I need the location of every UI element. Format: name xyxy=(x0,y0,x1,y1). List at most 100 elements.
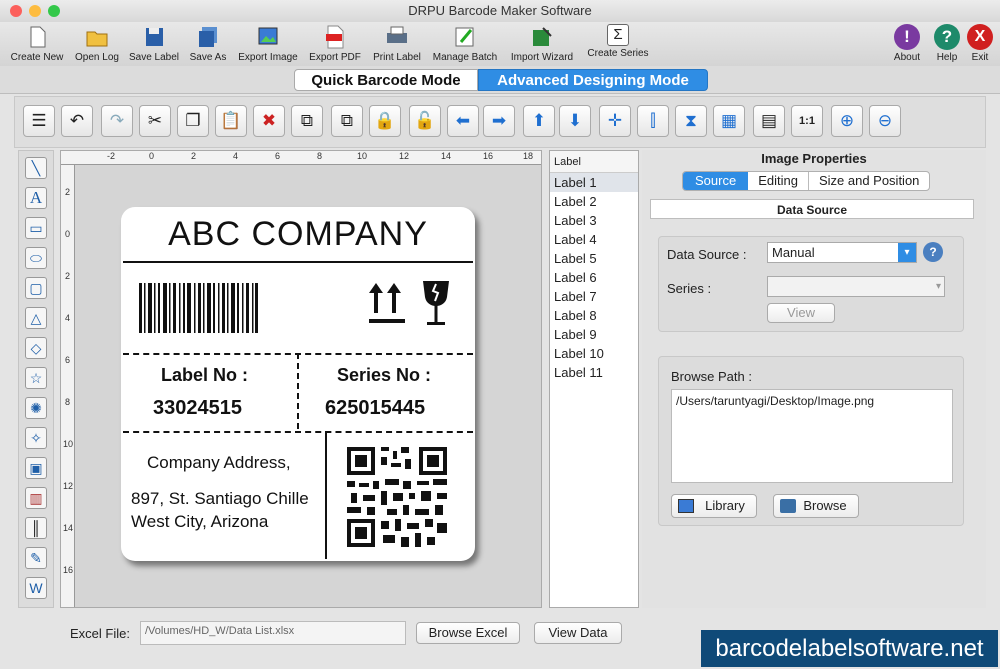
ruler-icon[interactable]: ▤ xyxy=(753,105,785,137)
series-select[interactable]: ▾ xyxy=(767,276,945,297)
star-tool-icon[interactable]: ☆ xyxy=(25,367,47,389)
manage-batch-button[interactable]: Manage Batch xyxy=(428,24,502,63)
save-as-button[interactable]: Save As xyxy=(184,24,232,63)
starburst-tool-icon[interactable]: ✧ xyxy=(25,427,47,449)
view-button[interactable]: View xyxy=(767,303,835,323)
import-wizard-button[interactable]: Import Wizard xyxy=(505,24,579,63)
print-label-button[interactable]: Print Label xyxy=(368,24,426,63)
list-item[interactable]: Label 3 xyxy=(550,211,638,230)
list-item[interactable]: Label 8 xyxy=(550,306,638,325)
toolbar-label: Create New xyxy=(10,52,64,63)
send-back-icon[interactable]: ⧉ xyxy=(331,105,363,137)
export-pdf-button[interactable]: Export PDF xyxy=(304,24,366,63)
zoom-out-icon[interactable]: ⊖ xyxy=(869,105,901,137)
series-no-value[interactable]: 625015445 xyxy=(325,397,425,420)
library-button[interactable]: Library xyxy=(671,494,757,518)
line-tool-icon[interactable]: ╲ xyxy=(25,157,47,179)
address-line-1[interactable]: 897, St. Santiago Chille xyxy=(131,489,309,509)
library-tool-icon[interactable]: ▥ xyxy=(25,487,47,509)
barcode-tool-icon[interactable]: ║ xyxy=(25,517,47,539)
save-label-button[interactable]: Save Label xyxy=(126,24,182,63)
properties-icon[interactable]: ☰ xyxy=(23,105,55,137)
barcode-label[interactable]: ABC COMPANY Label No : 33024515 Series N… xyxy=(121,207,475,561)
rounded-rect-tool-icon[interactable]: ▢ xyxy=(25,277,47,299)
linear-barcode[interactable] xyxy=(139,283,259,333)
tab-size-position[interactable]: Size and Position xyxy=(807,172,929,190)
printer-icon xyxy=(384,24,410,50)
list-item[interactable]: Label 7 xyxy=(550,287,638,306)
advanced-designing-mode-tab[interactable]: Advanced Designing Mode xyxy=(478,69,708,91)
browse-button[interactable]: Browse xyxy=(773,494,859,518)
list-item[interactable]: Label 9 xyxy=(550,325,638,344)
bring-front-icon[interactable]: ⧉ xyxy=(291,105,323,137)
series-label: Series : xyxy=(667,281,712,296)
list-item[interactable]: Label 11 xyxy=(550,363,638,382)
watermark-tool-icon[interactable]: W xyxy=(25,577,47,599)
list-item[interactable]: Label 2 xyxy=(550,192,638,211)
ellipse-tool-icon[interactable]: ⬭ xyxy=(25,247,47,269)
list-item[interactable]: Label 10 xyxy=(550,344,638,363)
open-log-button[interactable]: Open Log xyxy=(70,24,124,63)
list-item[interactable]: Label 5 xyxy=(550,249,638,268)
label-no-title[interactable]: Label No : xyxy=(161,365,248,386)
create-new-button[interactable]: Create New xyxy=(6,24,68,63)
triangle-tool-icon[interactable]: △ xyxy=(25,307,47,329)
unlock-icon[interactable]: 🔓 xyxy=(409,105,441,137)
grid-icon[interactable]: ▦ xyxy=(713,105,745,137)
company-name[interactable]: ABC COMPANY xyxy=(121,215,475,254)
zoom-window-icon[interactable] xyxy=(48,5,60,17)
zoom-in-icon[interactable]: ⊕ xyxy=(831,105,863,137)
series-no-title[interactable]: Series No : xyxy=(337,365,431,386)
quick-barcode-mode-tab[interactable]: Quick Barcode Mode xyxy=(294,69,478,91)
minimize-window-icon[interactable] xyxy=(29,5,41,17)
list-item[interactable]: Label 4 xyxy=(550,230,638,249)
browse-path-field[interactable]: /Users/taruntyagi/Desktop/Image.png xyxy=(671,389,953,483)
ruler-tick: 6 xyxy=(275,151,281,161)
close-window-icon[interactable] xyxy=(10,5,22,17)
about-button[interactable]: ! About xyxy=(888,24,926,63)
design-canvas[interactable]: -2 0 2 4 6 8 10 12 14 16 18 2 0 2 4 6 8 … xyxy=(60,150,542,608)
lock-icon[interactable]: 🔒 xyxy=(369,105,401,137)
label-no-value[interactable]: 33024515 xyxy=(153,397,242,420)
help-icon[interactable]: ? xyxy=(923,242,943,262)
tab-editing[interactable]: Editing xyxy=(748,172,808,190)
browse-excel-button[interactable]: Browse Excel xyxy=(416,622,520,644)
tab-source[interactable]: Source xyxy=(683,172,749,190)
address-title[interactable]: Company Address, xyxy=(147,453,291,473)
cut-icon[interactable]: ✂ xyxy=(139,105,171,137)
text-tool-icon[interactable]: A xyxy=(25,187,47,209)
floppy-icon xyxy=(141,24,167,50)
redo-icon[interactable]: ↷ xyxy=(101,105,133,137)
undo-icon[interactable]: ↶ xyxy=(61,105,93,137)
move-right-icon[interactable]: ➡ xyxy=(483,105,515,137)
ruler-tick: 0 xyxy=(149,151,155,161)
ruler-tick: 8 xyxy=(317,151,323,161)
delete-icon[interactable]: ✖ xyxy=(253,105,285,137)
list-item[interactable]: Label 6 xyxy=(550,268,638,287)
image-tool-icon[interactable]: ▣ xyxy=(25,457,47,479)
address-line-2[interactable]: West City, Arizona xyxy=(131,512,268,532)
paste-icon[interactable]: 📋 xyxy=(215,105,247,137)
help-button[interactable]: ? Help xyxy=(929,24,965,63)
copy-icon[interactable]: ❐ xyxy=(177,105,209,137)
export-image-button[interactable]: Export Image xyxy=(234,24,302,63)
move-down-icon[interactable]: ⬇ xyxy=(559,105,591,137)
diamond-tool-icon[interactable]: ◇ xyxy=(25,337,47,359)
move-up-icon[interactable]: ⬆ xyxy=(523,105,555,137)
exit-button[interactable]: X Exit xyxy=(964,24,996,63)
divider xyxy=(123,261,473,263)
qr-code[interactable] xyxy=(347,447,447,547)
list-item[interactable]: Label 1 xyxy=(550,173,638,192)
move-left-icon[interactable]: ⬅ xyxy=(447,105,479,137)
center-icon[interactable]: ✛ xyxy=(599,105,631,137)
align-horizontal-icon[interactable]: ⧗ xyxy=(675,105,707,137)
excel-file-path[interactable]: /Volumes/HD_W/Data List.xlsx xyxy=(140,621,406,645)
create-series-button[interactable]: Σ Create Series xyxy=(582,24,654,59)
signature-tool-icon[interactable]: ✎ xyxy=(25,547,47,569)
actual-size-icon[interactable]: 1:1 xyxy=(791,105,823,137)
rectangle-tool-icon[interactable]: ▭ xyxy=(25,217,47,239)
burst-tool-icon[interactable]: ✺ xyxy=(25,397,47,419)
view-data-button[interactable]: View Data xyxy=(534,622,622,644)
align-vertical-icon[interactable]: ⫿ xyxy=(637,105,669,137)
data-source-select[interactable]: Manual ▾ xyxy=(767,242,917,263)
